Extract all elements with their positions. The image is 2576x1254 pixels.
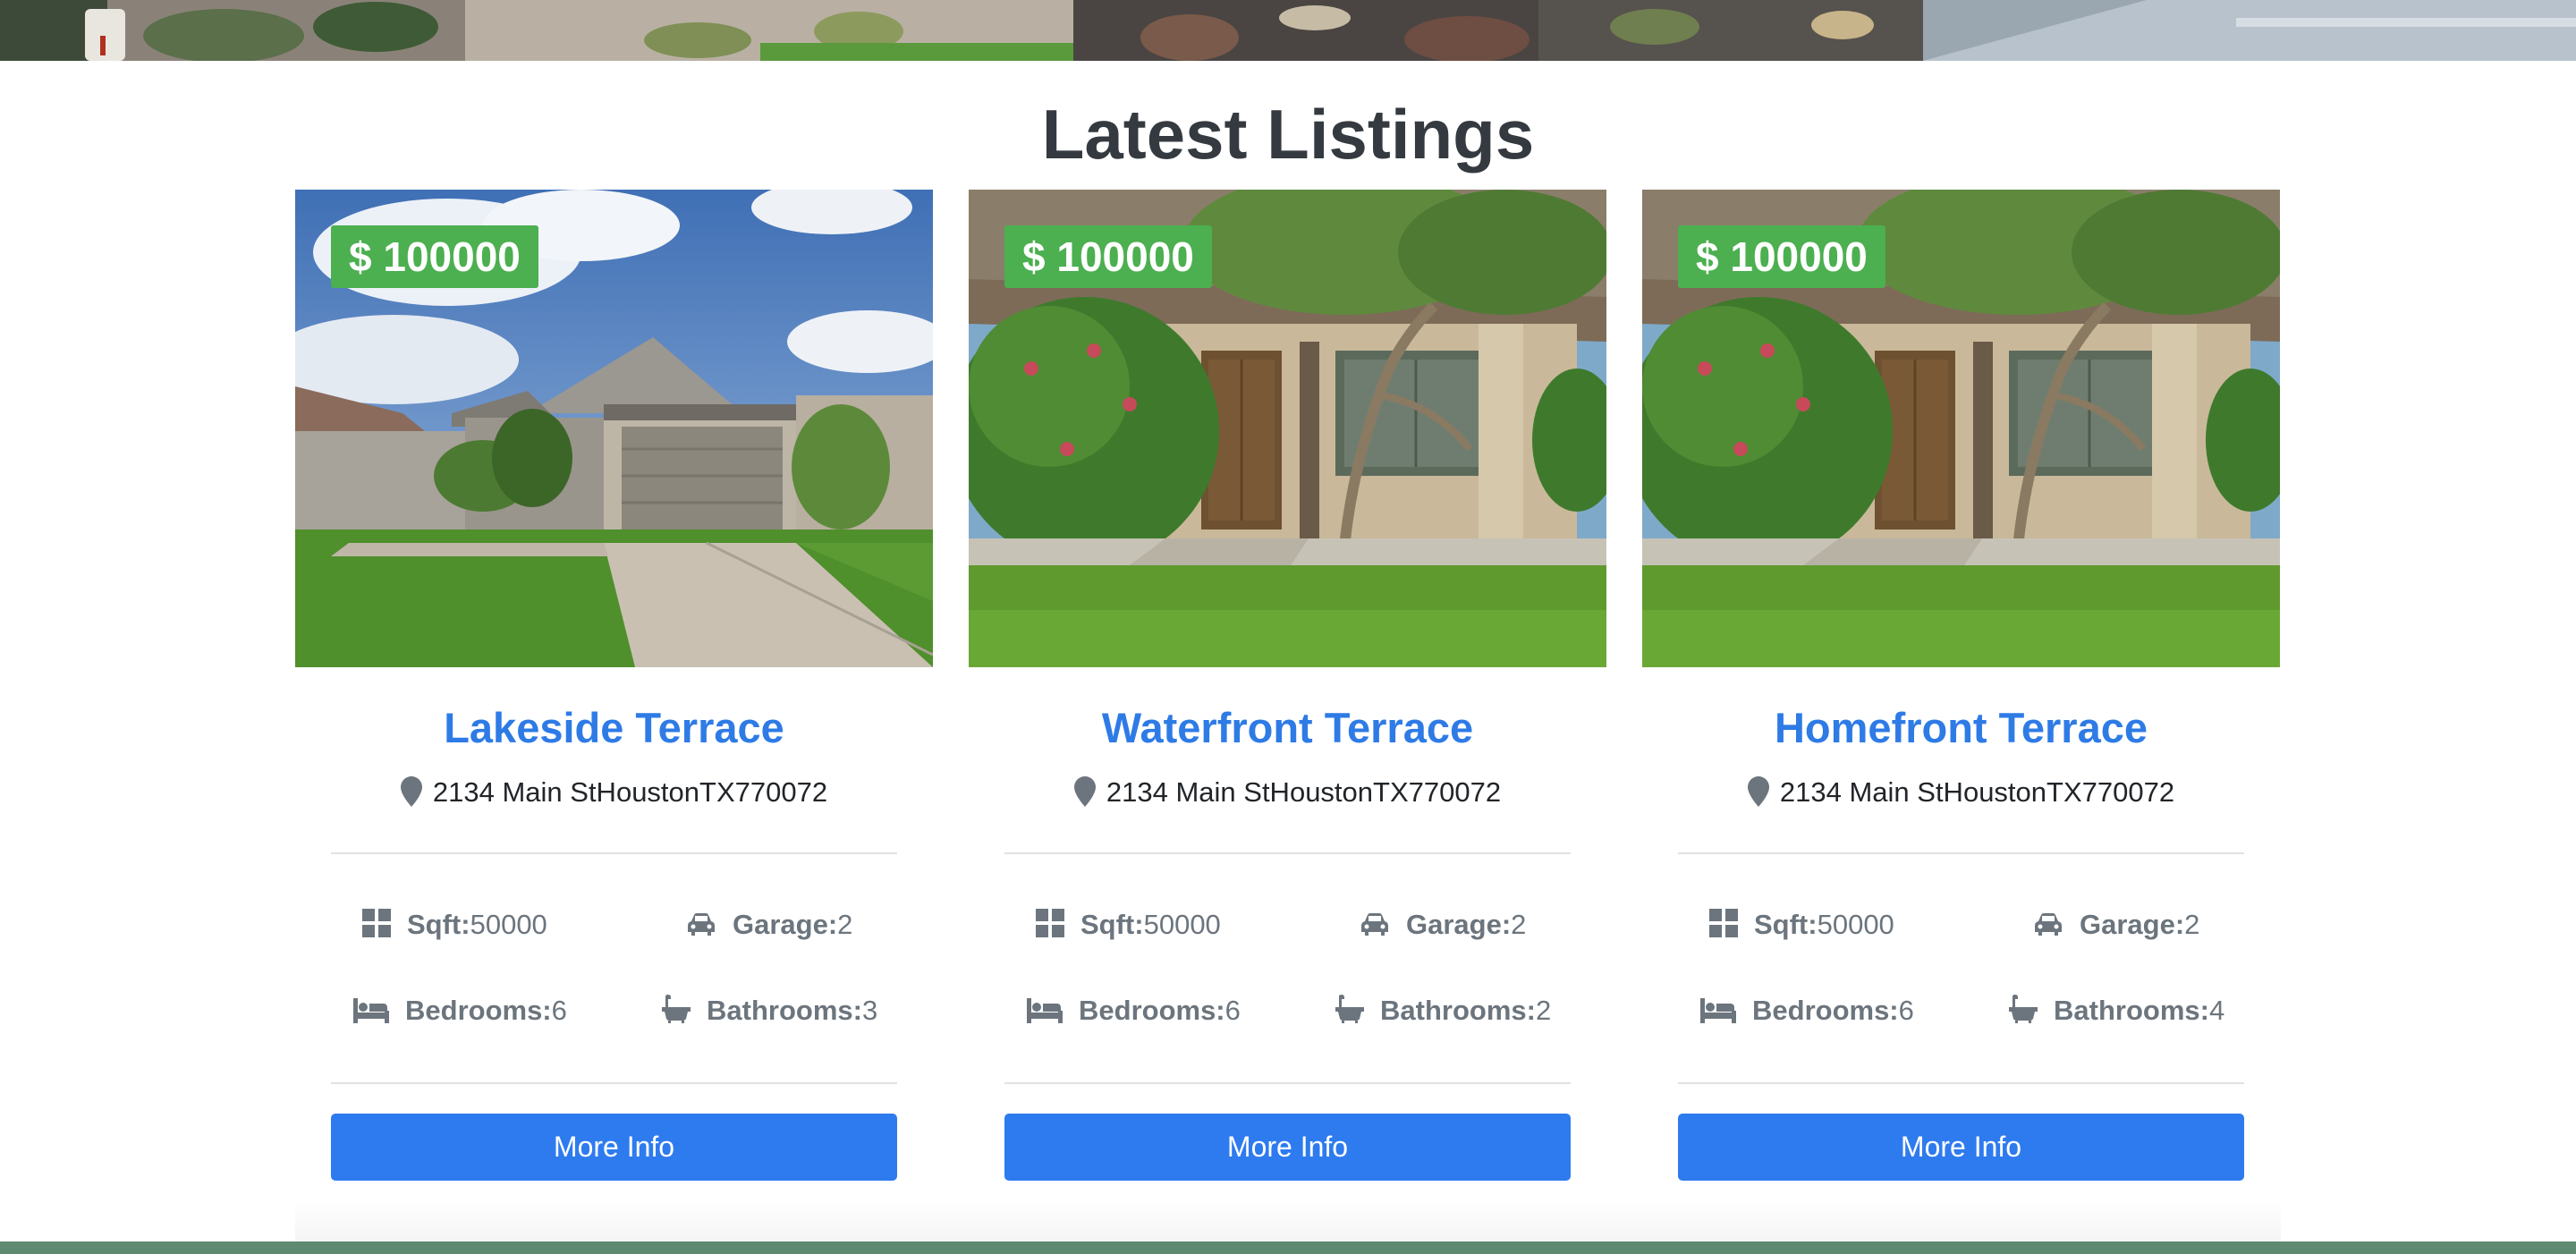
bed-icon bbox=[1700, 996, 1736, 1032]
feature-sqft: Sqft:50000 bbox=[362, 907, 547, 946]
map-marker-icon bbox=[400, 776, 422, 816]
feature-label: Bathrooms: bbox=[1380, 995, 1536, 1026]
hero-background-image bbox=[0, 0, 2576, 61]
feature-label: Bedrooms: bbox=[1079, 995, 1225, 1026]
feature-label: Sqft: bbox=[407, 909, 470, 940]
feature-bedrooms: Bedrooms:6 bbox=[1700, 993, 1914, 1032]
bed-icon bbox=[353, 996, 389, 1032]
feature-bathrooms: Bathrooms:4 bbox=[2009, 993, 2224, 1032]
feature-value: 50000 bbox=[1143, 909, 1221, 940]
divider bbox=[1678, 1082, 2244, 1084]
feature-label: Garage: bbox=[733, 909, 838, 940]
car-icon bbox=[2033, 911, 2063, 946]
bath-icon bbox=[662, 995, 691, 1032]
more-info-button[interactable]: More Info bbox=[331, 1114, 897, 1181]
section-title: Latest Listings bbox=[1041, 95, 1535, 174]
th-large-icon bbox=[1709, 909, 1738, 946]
listing-address-text: 2134 Main StHoustonTX770072 bbox=[432, 776, 828, 808]
feature-garage: Garage:2 bbox=[686, 907, 852, 946]
feature-bedrooms: Bedrooms:6 bbox=[353, 993, 567, 1032]
price-badge: $ 100000 bbox=[1004, 225, 1212, 288]
listing-address-text: 2134 Main StHoustonTX770072 bbox=[1779, 776, 2175, 808]
feature-bathrooms: Bathrooms:3 bbox=[662, 993, 877, 1032]
listing-photo[interactable]: $ 100000 bbox=[1642, 190, 2280, 667]
bath-icon bbox=[2009, 995, 2038, 1032]
map-marker-icon bbox=[1073, 776, 1096, 816]
feature-value: 4 bbox=[2208, 995, 2225, 1026]
feature-label: Bedrooms: bbox=[405, 995, 552, 1026]
feature-sqft: Sqft:50000 bbox=[1036, 907, 1221, 946]
feature-value: 50000 bbox=[470, 909, 547, 940]
price-badge: $ 100000 bbox=[1678, 225, 1885, 288]
listing-address: 2134 Main StHoustonTX770072 bbox=[969, 775, 1606, 816]
listing-photo[interactable]: $ 100000 bbox=[295, 190, 933, 667]
listing-card: $ 100000 Waterfront Terrace 2134 Main St… bbox=[969, 190, 1606, 1182]
listing-address-text: 2134 Main StHoustonTX770072 bbox=[1106, 776, 1502, 808]
feature-label: Garage: bbox=[1406, 909, 1512, 940]
listing-address: 2134 Main StHoustonTX770072 bbox=[295, 775, 933, 816]
divider bbox=[331, 852, 897, 854]
feature-value: 50000 bbox=[1817, 909, 1894, 940]
section-shadow bbox=[295, 1199, 2281, 1241]
listing-title-link[interactable]: Waterfront Terrace bbox=[969, 701, 1606, 755]
feature-value: 6 bbox=[1224, 995, 1241, 1026]
feature-garage: Garage:2 bbox=[2033, 907, 2199, 946]
th-large-icon bbox=[1036, 909, 1064, 946]
feature-value: 2 bbox=[1535, 995, 1552, 1026]
feature-sqft: Sqft:50000 bbox=[1709, 907, 1894, 946]
listing-address: 2134 Main StHoustonTX770072 bbox=[1642, 775, 2280, 816]
divider bbox=[1678, 852, 2244, 854]
listing-photo[interactable]: $ 100000 bbox=[969, 190, 1606, 667]
feature-value: 2 bbox=[837, 909, 853, 940]
feature-label: Bathrooms: bbox=[707, 995, 862, 1026]
feature-label: Sqft: bbox=[1080, 909, 1144, 940]
divider bbox=[331, 1082, 897, 1084]
more-info-button[interactable]: More Info bbox=[1004, 1114, 1571, 1181]
listing-card: $ 100000 Lakeside Terrace 2134 Main StHo… bbox=[295, 190, 933, 1182]
more-info-button[interactable]: More Info bbox=[1678, 1114, 2244, 1181]
feature-bathrooms: Bathrooms:2 bbox=[1335, 993, 1551, 1032]
feature-value: 3 bbox=[861, 995, 878, 1026]
divider bbox=[1004, 1082, 1571, 1084]
map-marker-icon bbox=[1747, 776, 1769, 816]
feature-label: Sqft: bbox=[1754, 909, 1818, 940]
feature-value: 2 bbox=[1511, 909, 1527, 940]
th-large-icon bbox=[362, 909, 391, 946]
feature-label: Garage: bbox=[2080, 909, 2185, 940]
feature-garage: Garage:2 bbox=[1360, 907, 1526, 946]
feature-value: 6 bbox=[1898, 995, 1914, 1026]
feature-bedrooms: Bedrooms:6 bbox=[1027, 993, 1241, 1032]
car-icon bbox=[1360, 911, 1390, 946]
feature-label: Bathrooms: bbox=[2054, 995, 2209, 1026]
listing-title-link[interactable]: Homefront Terrace bbox=[1642, 701, 2280, 755]
listing-card: $ 100000 Homefront Terrace 2134 Main StH… bbox=[1642, 190, 2280, 1182]
feature-label: Bedrooms: bbox=[1752, 995, 1899, 1026]
bed-icon bbox=[1027, 996, 1063, 1032]
car-icon bbox=[686, 911, 716, 946]
price-badge: $ 100000 bbox=[331, 225, 538, 288]
divider bbox=[1004, 852, 1571, 854]
feature-value: 2 bbox=[2184, 909, 2200, 940]
feature-value: 6 bbox=[551, 995, 567, 1026]
bath-icon bbox=[1335, 995, 1364, 1032]
listing-title-link[interactable]: Lakeside Terrace bbox=[295, 701, 933, 755]
footer-bar bbox=[0, 1241, 2576, 1254]
